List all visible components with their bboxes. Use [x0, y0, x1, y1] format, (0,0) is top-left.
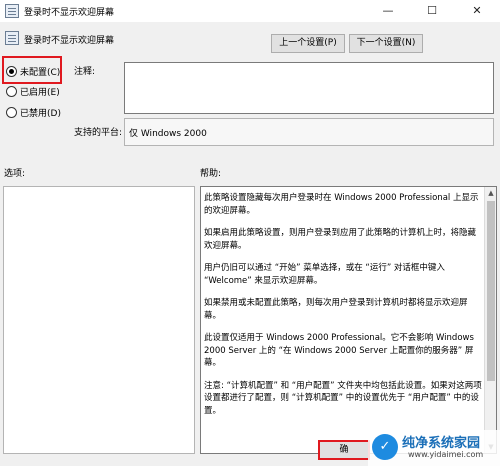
- title-bar: 登录时不显示欢迎屏幕 — ☐ ✕: [0, 0, 500, 22]
- supported-platforms-field[interactable]: 仅 Windows 2000: [124, 118, 494, 146]
- maximize-button[interactable]: ☐: [410, 0, 454, 22]
- radio-label: 未配置(C): [20, 67, 61, 78]
- radio-unchecked-icon: [6, 106, 17, 118]
- next-setting-button[interactable]: 下一个设置(N): [349, 34, 423, 53]
- radio-label: 已启用(E): [20, 87, 60, 98]
- policy-icon: [5, 31, 19, 45]
- watermark-url: www.yidaimei.com: [408, 450, 484, 459]
- scroll-up-icon[interactable]: ▲: [485, 187, 496, 199]
- help-label: 帮助:: [200, 169, 222, 179]
- prev-setting-button[interactable]: 上一个设置(P): [271, 34, 345, 53]
- supported-platforms-label: 支持的平台:: [74, 128, 123, 138]
- help-paragraph: 此策略设置隐藏每次用户登录时在 Windows 2000 Professiona…: [204, 193, 479, 216]
- watermark-name: 纯净系统家园: [402, 436, 481, 451]
- ok-button[interactable]: 确: [318, 440, 370, 460]
- radio-enabled[interactable]: 已启用(E): [6, 83, 60, 99]
- policy-settings-icon: [5, 4, 19, 18]
- help-paragraph: 如果禁用或未配置此策略，则每次用户登录到计算机时都将显示欢迎屏幕。: [204, 298, 468, 321]
- help-paragraph: 用户仍旧可以通过 “开始” 菜单选择，或在 “运行” 对话框中键入 “Welco…: [204, 263, 445, 286]
- policy-title: 登录时不显示欢迎屏幕: [24, 36, 115, 46]
- radio-disabled[interactable]: 已禁用(D): [6, 104, 61, 120]
- radio-not-configured[interactable]: 未配置(C): [6, 63, 60, 79]
- help-paragraph: 此设置仅适用于 Windows 2000 Professional。它不会影响 …: [204, 333, 474, 368]
- radio-label: 已禁用(D): [20, 108, 61, 119]
- minimize-button[interactable]: —: [366, 0, 410, 22]
- help-paragraph: 注意: “计算机配置” 和 “用户配置” 文件夹中均包括此设置。如果对这两项设置…: [204, 380, 482, 416]
- radio-checked-icon: [6, 65, 17, 77]
- window-title: 登录时不显示欢迎屏幕: [24, 8, 115, 18]
- options-label: 选项:: [4, 169, 26, 179]
- supported-platforms-value: 仅 Windows 2000: [129, 129, 207, 139]
- radio-unchecked-icon: [6, 85, 17, 97]
- comment-input[interactable]: [124, 62, 494, 114]
- help-scrollbar[interactable]: ▲ ▼: [484, 187, 496, 453]
- scroll-thumb[interactable]: [487, 201, 495, 381]
- options-pane: [3, 186, 195, 454]
- comment-label: 注释:: [74, 67, 96, 77]
- watermark: ✓ 纯净系统家园 www.yidaimei.com: [368, 430, 500, 466]
- help-text: 此策略设置隐藏每次用户登录时在 Windows 2000 Professiona…: [204, 192, 483, 427]
- close-button[interactable]: ✕: [455, 0, 499, 22]
- watermark-logo-icon: ✓: [372, 434, 398, 460]
- help-pane[interactable]: 此策略设置隐藏每次用户登录时在 Windows 2000 Professiona…: [200, 186, 497, 454]
- help-paragraph: 如果启用此策略设置，则用户登录到应用了此策略的计算机上时，将隐藏欢迎屏幕。: [204, 228, 477, 251]
